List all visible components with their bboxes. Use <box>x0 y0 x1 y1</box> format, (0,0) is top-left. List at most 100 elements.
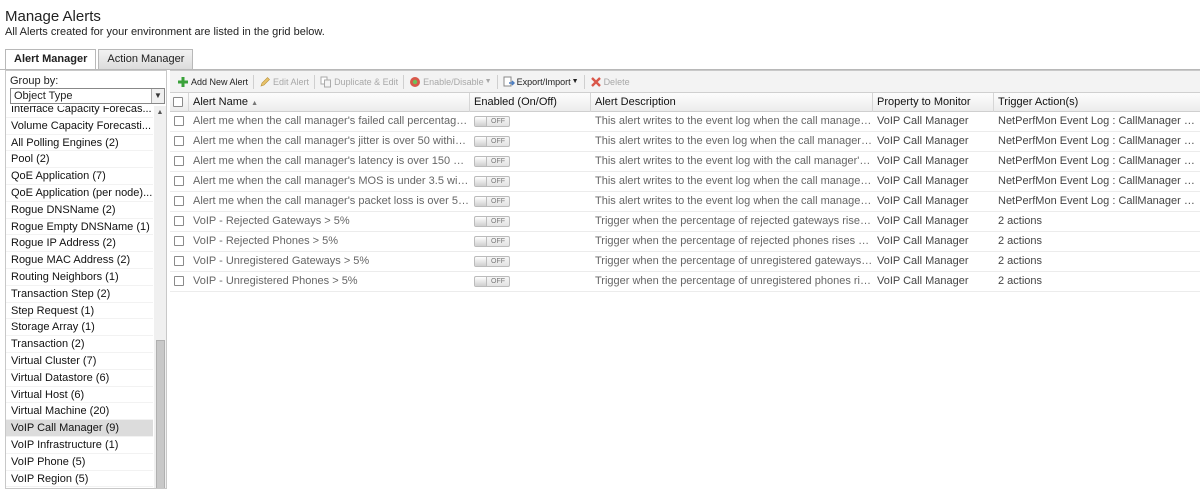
row-checkbox[interactable] <box>174 176 184 186</box>
group-list-item[interactable]: Virtual Host (6) <box>6 387 153 404</box>
trigger-actions-cell: NetPerfMon Event Log : CallManager ${N=S <box>998 115 1200 127</box>
select-all-checkbox[interactable] <box>173 97 183 107</box>
group-list-item[interactable]: Transaction (2) <box>6 336 153 353</box>
group-list-item[interactable]: Rogue IP Address (2) <box>6 235 153 253</box>
group-list-item[interactable]: Step Request (1) <box>6 303 153 320</box>
select-all-cell <box>170 93 189 112</box>
row-checkbox[interactable] <box>174 276 184 286</box>
table-row[interactable]: Alert me when the call manager's failed … <box>170 112 1200 132</box>
trigger-actions-cell: 2 actions <box>998 215 1043 227</box>
group-list-item[interactable]: Routing Neighbors (1) <box>6 269 153 286</box>
group-list-item[interactable]: VoIP Infrastructure (1) <box>6 437 153 454</box>
alert-name-cell[interactable]: Alert me when the call manager's failed … <box>189 112 470 131</box>
group-list-item[interactable]: QoE Application (7) <box>6 168 153 185</box>
column-header-description[interactable]: Alert Description <box>591 93 873 112</box>
enabled-toggle[interactable]: OFF <box>474 156 510 167</box>
enabled-cell: OFF <box>470 172 591 191</box>
row-checkbox[interactable] <box>174 116 184 126</box>
enable-disable-label: Enable/Disable <box>423 76 484 87</box>
trigger-actions-cell: 2 actions <box>998 275 1043 287</box>
group-list-item[interactable]: Rogue MAC Address (2) <box>6 252 153 269</box>
group-by-select[interactable]: Object Type ▼ <box>10 88 165 104</box>
toggle-knob <box>475 237 487 246</box>
table-row[interactable]: VoIP - Rejected Phones > 5% OFF Trigger wh… <box>170 232 1200 252</box>
duplicate-edit-button[interactable]: Duplicate & Edit <box>317 73 401 91</box>
table-row[interactable]: Alert me when the call manager's MOS is … <box>170 172 1200 192</box>
enabled-toggle[interactable]: OFF <box>474 176 510 187</box>
row-select-cell <box>170 152 189 171</box>
alert-description-cell: Trigger when the percentage of rejected … <box>595 235 873 247</box>
group-list-item[interactable]: VoIP Call Manager (9) <box>6 420 153 437</box>
alert-name-cell[interactable]: Alert me when the call manager's latency… <box>189 152 470 171</box>
property-to-monitor-cell: VoIP Call Manager <box>877 215 969 227</box>
alert-description-cell: Trigger when the percentage of unregiste… <box>595 255 873 267</box>
table-row[interactable]: VoIP - Rejected Gateways > 5% OFF Trigger … <box>170 212 1200 232</box>
scroll-up-arrow-icon[interactable]: ▲ <box>154 108 166 118</box>
row-checkbox[interactable] <box>174 196 184 206</box>
row-checkbox[interactable] <box>174 156 184 166</box>
table-row[interactable]: Alert me when the call manager's packet … <box>170 192 1200 212</box>
chevron-down-icon[interactable]: ▼ <box>151 89 164 103</box>
group-list-item[interactable]: Volume Capacity Forecasti... <box>6 118 153 135</box>
export-import-button[interactable]: Export/Import ▼ <box>500 73 582 91</box>
group-list-item[interactable]: VoIP Region (5) <box>6 471 153 488</box>
table-row[interactable]: VoIP - Unregistered Phones > 5% OFF Trigge… <box>170 272 1200 292</box>
group-list-item[interactable]: VoIP Phone (5) <box>6 454 153 471</box>
group-list-item[interactable]: Virtual Machine (20) <box>6 403 153 421</box>
tab-alert-manager[interactable]: Alert Manager <box>5 49 97 70</box>
column-header-label: Alert Name <box>193 96 249 108</box>
toggle-knob <box>475 277 487 286</box>
enabled-toggle[interactable]: OFF <box>474 116 510 127</box>
delete-button[interactable]: Delete <box>587 73 633 91</box>
enabled-cell: OFF <box>470 212 591 231</box>
group-list-item[interactable]: Virtual Datastore (6) <box>6 370 153 387</box>
enabled-toggle[interactable]: OFF <box>474 256 510 267</box>
group-list-item[interactable]: Rogue DNSName (2) <box>6 202 153 219</box>
enable-disable-button[interactable]: Enable/Disable ▼ <box>406 73 494 91</box>
group-list-scrollbar[interactable]: ▲ <box>154 106 166 488</box>
tab-action-manager[interactable]: Action Manager <box>98 49 194 69</box>
alert-name-cell[interactable]: Alert me when the call manager's jitter … <box>189 132 470 151</box>
group-list-item[interactable]: Virtual Cluster (7) <box>6 353 153 370</box>
table-row[interactable]: VoIP - Unregistered Gateways > 5% OFF Trig… <box>170 252 1200 272</box>
row-checkbox[interactable] <box>174 236 184 246</box>
column-header-property[interactable]: Property to Monitor <box>873 93 994 112</box>
enabled-toggle[interactable]: OFF <box>474 276 510 287</box>
column-header-alert-name[interactable]: Alert Name ▲ <box>189 93 470 112</box>
enabled-toggle[interactable]: OFF <box>474 236 510 247</box>
column-header-trigger-actions[interactable]: Trigger Action(s) <box>994 93 1200 112</box>
toggle-state-label: OFF <box>491 118 505 125</box>
duplicate-edit-label: Duplicate & Edit <box>334 76 399 87</box>
alert-name-cell[interactable]: VoIP - Unregistered Gateways > 5% <box>189 252 470 271</box>
row-select-cell <box>170 192 189 211</box>
alert-name-cell[interactable]: Alert me when the call manager's MOS is … <box>189 172 470 191</box>
enabled-cell: OFF <box>470 272 591 291</box>
group-list-item[interactable]: Transaction Step (2) <box>6 286 153 303</box>
edit-alert-button[interactable]: Edit Alert <box>256 73 312 91</box>
sort-ascending-icon: ▲ <box>251 100 259 107</box>
alert-name-cell[interactable]: VoIP - Rejected Gateways > 5% <box>189 212 470 231</box>
enabled-toggle[interactable]: OFF <box>474 136 510 147</box>
add-new-alert-button[interactable]: Add New Alert <box>174 73 251 91</box>
group-list-item[interactable]: All Polling Engines (2) <box>6 135 153 152</box>
row-checkbox[interactable] <box>174 216 184 226</box>
group-list-item[interactable]: Interface Capacity Forecas... <box>6 106 153 118</box>
table-row[interactable]: Alert me when the call manager's latency… <box>170 152 1200 172</box>
group-list-item[interactable]: QoE Application (per node)... <box>6 185 153 202</box>
row-checkbox[interactable] <box>174 136 184 146</box>
scroll-thumb[interactable] <box>156 340 165 488</box>
row-checkbox[interactable] <box>174 256 184 266</box>
enabled-toggle[interactable]: OFF <box>474 216 510 227</box>
table-row[interactable]: Alert me when the call manager's jitter … <box>170 132 1200 152</box>
enabled-toggle[interactable]: OFF <box>474 196 510 207</box>
toggle-state-label: OFF <box>491 238 505 245</box>
alert-name-cell[interactable]: VoIP - Rejected Phones > 5% <box>189 232 470 251</box>
group-list-item[interactable]: Storage Array (1) <box>6 319 153 337</box>
enabled-cell: OFF <box>470 192 591 211</box>
alert-name-cell[interactable]: VoIP - Unregistered Phones > 5% <box>189 272 470 291</box>
group-list-item[interactable]: Rogue Empty DNSName (1) <box>6 219 153 236</box>
alert-description-cell: This alert writes to the event log when … <box>595 195 873 207</box>
alert-name-cell[interactable]: Alert me when the call manager's packet … <box>189 192 470 211</box>
group-list-item[interactable]: Pool (2) <box>6 151 153 169</box>
column-header-enabled[interactable]: Enabled (On/Off) <box>470 93 591 112</box>
